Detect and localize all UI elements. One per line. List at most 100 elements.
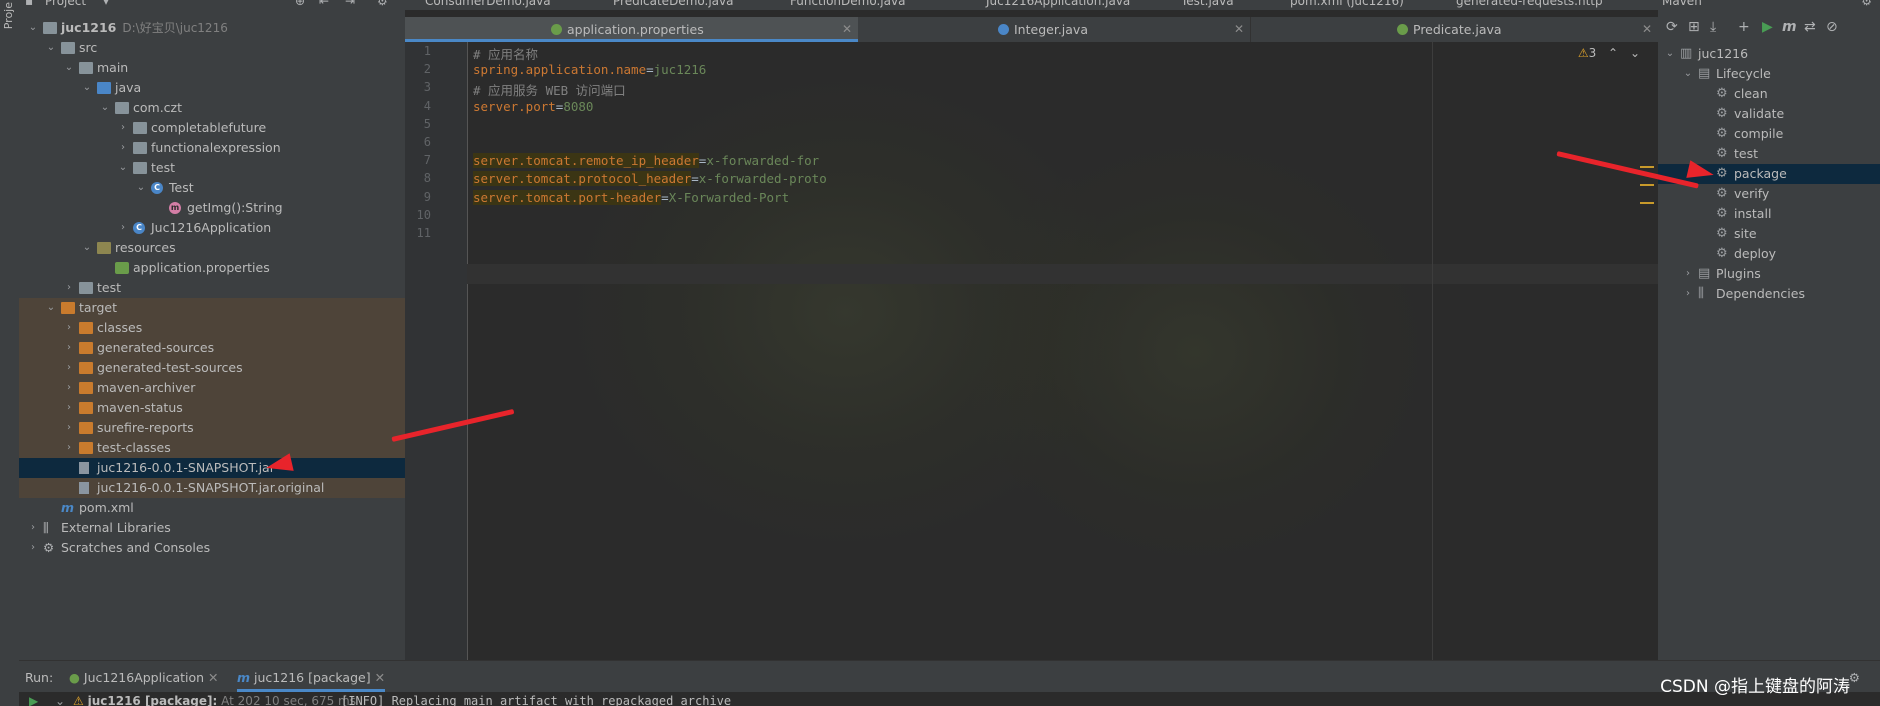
chevron-down-icon[interactable]: ⌄	[55, 694, 65, 706]
tab-application-properties[interactable]: application.properties ✕	[405, 17, 858, 42]
reload-icon[interactable]: ⟳	[1666, 19, 1678, 35]
tree-node[interactable]: › ⚙ Scratches and Consoles	[19, 538, 405, 558]
chevron-right-icon[interactable]: ›	[63, 338, 75, 358]
chevron-right-icon[interactable]: ›	[1682, 264, 1694, 284]
maven-tree-node[interactable]: ⚙ validate	[1658, 104, 1880, 124]
chevron-right-icon[interactable]: ›	[117, 218, 129, 238]
skip-tests-icon[interactable]: ⊘	[1826, 19, 1838, 35]
chevron-right-icon[interactable]: ›	[63, 318, 75, 338]
locate-icon[interactable]: ⊕	[295, 0, 305, 8]
tree-node[interactable]: › surefire-reports	[19, 418, 405, 438]
close-icon[interactable]: ✕	[1234, 17, 1244, 42]
chevron-down-icon[interactable]: ⌄	[1682, 64, 1694, 84]
chevron-right-icon[interactable]: ›	[117, 118, 129, 138]
tree-node[interactable]: › classes	[19, 318, 405, 338]
chevron-right-icon[interactable]: ›	[1682, 284, 1694, 304]
tree-node[interactable]: m getImg():String	[19, 198, 405, 218]
tree-node[interactable]: › generated-sources	[19, 338, 405, 358]
toggle-offline-icon[interactable]: ⇄	[1804, 19, 1816, 35]
tree-node[interactable]: › generated-test-sources	[19, 358, 405, 378]
chevron-right-icon[interactable]: ›	[63, 278, 75, 298]
chevron-right-icon[interactable]: ›	[63, 438, 75, 458]
tree-node[interactable]: ⌄ src	[19, 38, 405, 58]
add-project-icon[interactable]: ⊞	[1688, 19, 1700, 35]
execute-goal-icon[interactable]: m	[1782, 19, 1797, 35]
tree-node[interactable]: ⌄ resources	[19, 238, 405, 258]
tree-node[interactable]: › maven-archiver	[19, 378, 405, 398]
tree-node[interactable]: ⌄ C Test	[19, 178, 405, 198]
close-icon[interactable]: ✕	[842, 17, 852, 42]
chevron-down-icon[interactable]: ⌄	[135, 178, 147, 198]
chevron-down-icon[interactable]: ⌄	[27, 18, 39, 38]
close-icon[interactable]: ✕	[208, 670, 218, 685]
tree-node[interactable]: › functionalexpression	[19, 138, 405, 158]
gear-icon[interactable]: ⚙	[377, 0, 388, 8]
inspection-widget[interactable]: ⚠3 ⌃ ⌄	[1578, 46, 1640, 60]
plus-icon[interactable]: +	[1738, 19, 1750, 35]
tree-node[interactable]: › test-classes	[19, 438, 405, 458]
tree-node[interactable]: › C Juc1216Application	[19, 218, 405, 238]
chevron-right-icon[interactable]: ›	[63, 378, 75, 398]
rerun-icon[interactable]: ▶	[29, 694, 38, 706]
editor-tab[interactable]: ConsumerDemo.java	[425, 0, 551, 8]
error-stripe-marker[interactable]	[1640, 166, 1654, 168]
tab-integer-java[interactable]: Integer.java ✕	[858, 17, 1251, 42]
gear-icon[interactable]: ⚙	[1861, 0, 1872, 8]
chevron-down-icon[interactable]: ⌄	[1664, 44, 1676, 64]
maven-tree-node[interactable]: ⚙ compile	[1658, 124, 1880, 144]
gear-icon[interactable]: ⚙	[1849, 670, 1860, 685]
project-view-icon[interactable]: ▪	[25, 0, 33, 8]
chevron-up-icon[interactable]: ⌃	[1608, 46, 1618, 60]
chevron-down-icon[interactable]: ⌄	[81, 238, 93, 258]
chevron-right-icon[interactable]: ›	[27, 538, 39, 558]
chevron-down-icon[interactable]: ⌄	[81, 78, 93, 98]
run-icon[interactable]: ▶	[1762, 19, 1773, 35]
project-view-selector[interactable]: Project	[45, 0, 86, 8]
chevron-down-icon[interactable]: ⌄	[99, 98, 111, 118]
maven-tree-node[interactable]: ⚙ install	[1658, 204, 1880, 224]
chevron-down-icon[interactable]: ⌄	[117, 158, 129, 178]
expand-all-icon[interactable]: ⇥	[345, 0, 355, 8]
tab-predicate-java[interactable]: Predicate.java ✕	[1251, 17, 1658, 42]
close-icon[interactable]: ✕	[375, 670, 385, 685]
tree-node[interactable]: › ⫼ External Libraries	[19, 518, 405, 538]
chevron-down-icon[interactable]: ▾	[103, 0, 109, 8]
maven-tree-node[interactable]: ⌄ ▤ Lifecycle	[1658, 64, 1880, 84]
close-icon[interactable]: ✕	[1642, 17, 1652, 42]
tree-node[interactable]: application.properties	[19, 258, 405, 278]
editor-tab[interactable]: FunctionDemo.java	[790, 0, 905, 8]
editor-tab[interactable]: pom.xml (juc1216)	[1290, 0, 1404, 8]
maven-tree-node[interactable]: ⚙ deploy	[1658, 244, 1880, 264]
tree-node[interactable]: ⌄ java	[19, 78, 405, 98]
chevron-down-icon[interactable]: ⌄	[63, 58, 75, 78]
maven-tree-node[interactable]: ⚙ site	[1658, 224, 1880, 244]
editor-tab[interactable]: generated-requests.http	[1456, 0, 1603, 8]
tree-node[interactable]: › maven-status	[19, 398, 405, 418]
chevron-down-icon[interactable]: ⌄	[1630, 46, 1640, 60]
tree-node[interactable]: › test	[19, 278, 405, 298]
error-stripe-marker[interactable]	[1640, 184, 1654, 186]
download-icon[interactable]: ⤓	[1710, 19, 1716, 35]
tree-node[interactable]: › completablefuture	[19, 118, 405, 138]
maven-tree-node[interactable]: ⚙ clean	[1658, 84, 1880, 104]
chevron-down-icon[interactable]: ⌄	[45, 38, 57, 58]
maven-tree-node[interactable]: › ▤ Plugins	[1658, 264, 1880, 284]
tree-node[interactable]: juc1216-0.0.1-SNAPSHOT.jar.original	[19, 478, 405, 498]
code-editor[interactable]: 1 2 3 4 5 6 7 8 9 10 11 # 应用名称 spring.application.n…	[405, 42, 1658, 660]
chevron-right-icon[interactable]: ›	[27, 518, 39, 538]
tree-node[interactable]: ⌄ test	[19, 158, 405, 178]
collapse-all-icon[interactable]: ⇤	[319, 0, 329, 8]
editor-tab[interactable]: Juc1216Application.java	[986, 0, 1130, 8]
tree-node[interactable]: ⌄ juc1216 D:\好宝贝\juc1216	[19, 18, 405, 38]
tree-node[interactable]: m pom.xml	[19, 498, 405, 518]
chevron-right-icon[interactable]: ›	[63, 358, 75, 378]
editor-tab[interactable]: Test.java	[1181, 0, 1234, 8]
chevron-right-icon[interactable]: ›	[117, 138, 129, 158]
tree-node[interactable]: ⌄ main	[19, 58, 405, 78]
project-tool-window-button[interactable]: Proje	[2, 2, 15, 29]
tree-node[interactable]: ⌄ target	[19, 298, 405, 318]
build-status-item[interactable]: ⚠ juc1216 [package]: At 202 10 sec, 675 …	[73, 694, 356, 706]
editor-tab[interactable]: PredicateDemo.java	[613, 0, 733, 8]
maven-tree-node[interactable]: ⌄ ▥ juc1216	[1658, 44, 1880, 64]
chevron-down-icon[interactable]: ⌄	[45, 298, 57, 318]
